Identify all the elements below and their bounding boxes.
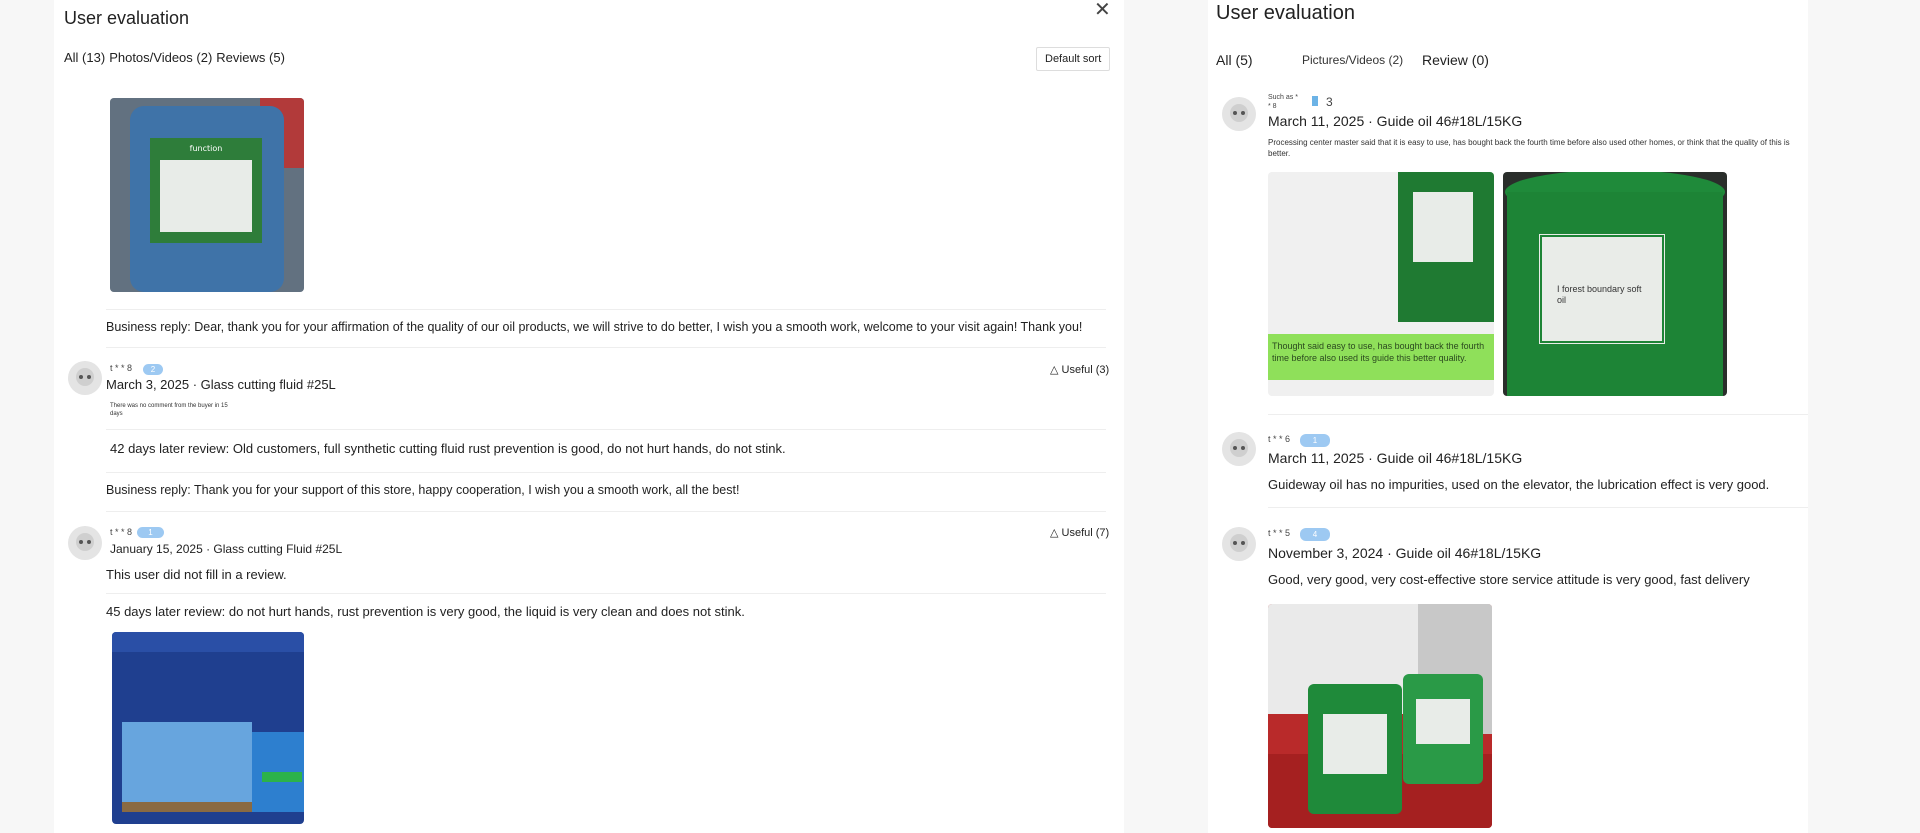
review-text: Good, very good, very cost-effective sto… [1268,572,1750,587]
review-photo-chat-screenshot[interactable]: Thought said easy to use, has bought bac… [1268,172,1494,396]
reviewer-name: t * * 6 [1268,434,1291,444]
tab-all[interactable]: All (5) [1216,52,1253,68]
close-icon[interactable]: ✕ [1094,0,1111,20]
avatar [1222,432,1256,466]
member-badge: 2 [143,364,163,375]
review-text: Processing center master said that it is… [1268,138,1790,158]
reviewer-name: t * * 5 [1268,528,1291,538]
avatar [1222,527,1256,561]
member-badge: 1 [137,527,164,538]
svg-text:function: function [190,144,223,153]
review-date-product: March 11, 2025 · Guide oil 46#18L/15KG [1268,450,1523,466]
avatar [1222,97,1256,131]
followup-review: 45 days later review: do not hurt hands,… [106,604,745,619]
chat-overlay-text: Thought said easy to use, has bought bac… [1272,341,1485,363]
reviewer-name: t * * 8 [110,363,133,373]
default-sort-button[interactable]: Default sort [1036,47,1111,71]
avatar [68,361,102,395]
useful-label: Useful (3) [1061,364,1110,376]
useful-label: Useful (7) [1061,527,1110,539]
review-text: Guideway oil has no impurities, used on … [1268,477,1770,492]
level-icon [1312,96,1318,106]
tab-pictures[interactable]: Pictures/Videos (2) [1302,53,1403,67]
review-date-product: March 11, 2025 · Guide oil 46#18L/15KG [1268,113,1523,129]
business-reply: Business reply: Thank you for your suppo… [106,483,740,497]
review-photo-pallets[interactable] [112,632,304,824]
review-photo-green-bucket[interactable]: I forest boundary soft oil [1503,172,1727,396]
right-review-panel: User evaluation All (5) Pictures/Videos … [1208,0,1808,833]
review-photo-two-buckets[interactable] [1268,604,1492,828]
review-date-product: November 3, 2024 · Guide oil 46#18L/15KG [1268,545,1542,561]
followup-review: 42 days later review: Old customers, ful… [110,441,786,456]
reviewer-name: t * * 8 [110,527,133,537]
filter-photos[interactable]: Photos/Videos (2) [109,50,212,65]
review-date-product: January 15, 2025 · Glass cutting Fluid #… [110,542,343,556]
level-count: 3 [1326,95,1333,109]
review-text: This user did not fill in a review. [106,567,287,582]
useful-button[interactable]: △ Useful (7) [1050,526,1109,539]
panel-title: User evaluation [1216,2,1355,24]
filter-reviews[interactable]: Reviews (5) [216,50,285,65]
left-review-panel: User evaluation ✕ All (13) Photos/Videos… [54,0,1124,833]
filter-bar: All (13) Photos/Videos (2) Reviews (5) [64,50,285,65]
business-reply: Business reply: Dear, thank you for your… [106,320,1083,334]
useful-button[interactable]: △ Useful (3) [1050,363,1109,376]
bucket-label: I forest boundary soft oil [1557,284,1642,305]
review-date-product: March 3, 2025 · Glass cutting fluid #25L [106,377,336,392]
reviewer-name: Such as * * 8 [1268,94,1298,110]
tab-review[interactable]: Review (0) [1422,52,1489,68]
review-photo-blue-drum[interactable]: function [110,98,304,292]
member-badge: 1 [1300,434,1330,447]
panel-title: User evaluation [64,8,190,28]
no-comment-note: There was no comment from the buyer in 1… [110,403,228,417]
avatar [68,526,102,560]
member-badge: 4 [1300,528,1330,541]
filter-all[interactable]: All (13) [64,50,105,65]
